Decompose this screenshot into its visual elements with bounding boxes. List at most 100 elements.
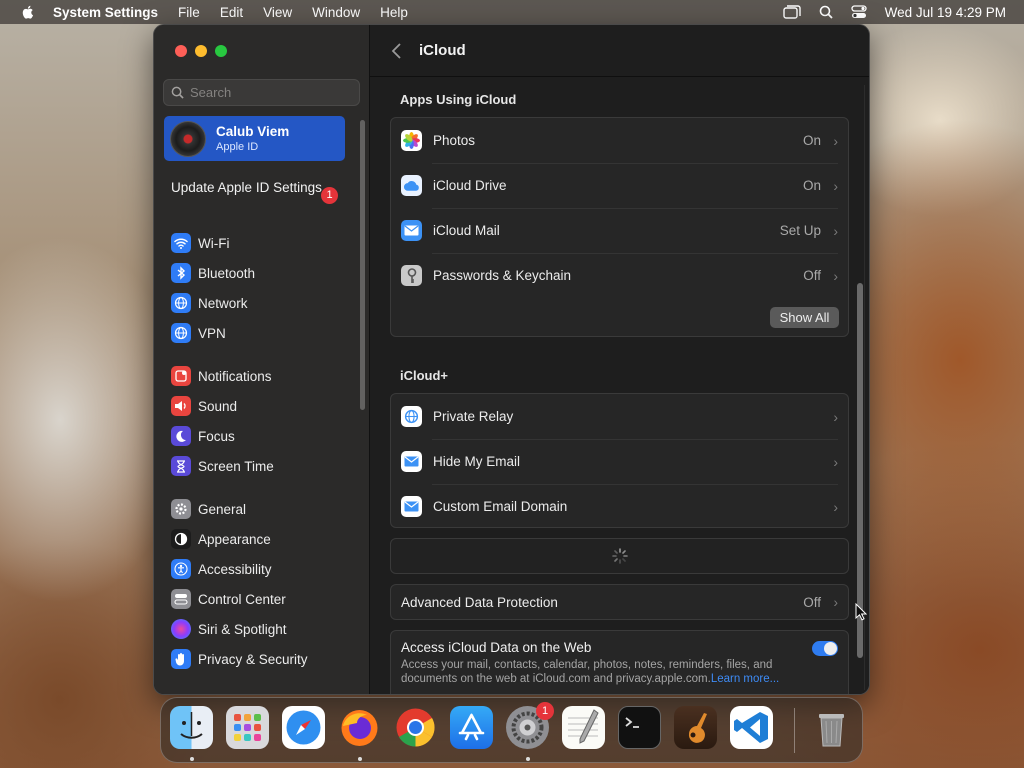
section-title-icloud-plus: iCloud+ (400, 368, 449, 383)
moon-icon (171, 426, 191, 446)
globe-icon (171, 293, 191, 313)
custom-domain-icon (401, 496, 422, 517)
control-center-icon[interactable] (851, 5, 867, 19)
spinner-icon (611, 548, 628, 564)
show-all-button[interactable]: Show All (770, 307, 839, 328)
sidebar-item-siri-spotlight[interactable]: Siri & Spotlight (171, 618, 287, 640)
textedit-icon[interactable] (562, 706, 605, 749)
launchpad-icon[interactable] (226, 706, 269, 749)
window-icon[interactable] (782, 5, 801, 19)
row-label: Advanced Data Protection (401, 594, 558, 610)
settings-badge: 1 (536, 702, 554, 720)
web-access-toggle[interactable] (812, 641, 838, 656)
icloud-plus-group: Private Relay › Hide My Email › Custom E… (390, 393, 849, 528)
system-settings-window: Calub Viem Apple ID Update Apple ID Sett… (153, 24, 870, 695)
vpn-globe-icon (171, 323, 191, 343)
menu-app-name[interactable]: System Settings (53, 5, 158, 20)
row-icloud-drive[interactable]: iCloud Drive On › (391, 163, 848, 208)
row-private-relay[interactable]: Private Relay › (391, 394, 848, 439)
menu-window[interactable]: Window (312, 5, 360, 20)
app-store-icon[interactable] (450, 706, 493, 749)
settings-running-dot (526, 757, 530, 761)
menu-extras: Wed Jul 19 4:29 PM (782, 0, 1006, 24)
sidebar-item-label: Network (198, 295, 248, 311)
sidebar-item-sound[interactable]: Sound (171, 395, 237, 417)
apple-logo-icon[interactable] (19, 3, 37, 21)
search-icon[interactable] (819, 5, 833, 19)
row-value: Off (803, 594, 821, 610)
row-custom-email-domain[interactable]: Custom Email Domain › (391, 484, 848, 529)
sidebar-item-focus[interactable]: Focus (171, 425, 235, 447)
menu-clock[interactable]: Wed Jul 19 4:29 PM (885, 5, 1006, 20)
chevron-right-icon: › (833, 594, 839, 610)
vscode-icon[interactable] (730, 706, 773, 749)
menu-edit[interactable]: Edit (220, 5, 243, 20)
trash-icon[interactable] (810, 706, 853, 749)
content-scrollbar[interactable] (857, 283, 863, 658)
row-label: Passwords & Keychain (433, 268, 572, 283)
menu-view[interactable]: View (263, 5, 292, 20)
menu-file[interactable]: File (178, 5, 200, 20)
sidebar-item-label: Notifications (198, 368, 272, 384)
row-value: Off (803, 268, 821, 283)
safari-icon[interactable] (282, 706, 325, 749)
account-subtitle: Apple ID (216, 141, 259, 153)
search-field[interactable] (163, 79, 360, 106)
account-name: Calub Viem (216, 124, 290, 139)
sidebar-item-label: Screen Time (198, 458, 274, 474)
sidebar-item-screen-time[interactable]: Screen Time (171, 455, 274, 477)
row-value: On (802, 133, 821, 148)
sidebar-item-bluetooth[interactable]: Bluetooth (171, 262, 255, 284)
sidebar-item-label: Sound (198, 398, 238, 414)
row-label: Hide My Email (433, 454, 521, 469)
row-photos[interactable]: Photos On › (391, 118, 848, 163)
row-hide-my-email[interactable]: Hide My Email › (391, 439, 848, 484)
web-access-panel: Access iCloud Data on the Web Access you… (390, 630, 849, 694)
sidebar-item-accessibility[interactable]: Accessibility (171, 558, 272, 580)
sidebar-item-label: Control Center (198, 591, 286, 607)
apple-id-account[interactable]: Calub Viem Apple ID (164, 116, 345, 161)
sidebar-item-appearance[interactable]: Appearance (171, 528, 271, 550)
sidebar-item-label: Privacy & Security (198, 651, 308, 667)
appearance-icon (171, 529, 191, 549)
garageband-icon[interactable] (674, 706, 717, 749)
chevron-right-icon: › (833, 267, 838, 284)
row-value: On (802, 178, 821, 193)
sidebar-item-vpn[interactable]: VPN (171, 322, 226, 344)
avatar (170, 120, 206, 157)
terminal-icon[interactable] (618, 706, 661, 749)
firefox-running-dot (358, 757, 362, 761)
chevron-right-icon: › (833, 132, 838, 149)
sidebar-item-control-center[interactable]: Control Center (171, 588, 286, 610)
minimize-button[interactable] (195, 45, 207, 57)
sidebar-item-wifi[interactable]: Wi-Fi (171, 232, 229, 254)
row-icloud-mail[interactable]: iCloud Mail Set Up › (391, 208, 848, 253)
learn-more-link[interactable]: Learn more... (711, 673, 779, 685)
row-value: Set Up (779, 223, 821, 238)
row-label: Custom Email Domain (433, 499, 568, 514)
zoom-button[interactable] (215, 45, 227, 57)
row-passwords-keychain[interactable]: Passwords & Keychain Off › (391, 253, 848, 298)
row-label: iCloud Mail (433, 223, 500, 238)
close-button[interactable] (175, 45, 187, 57)
row-advanced-data-protection[interactable]: Advanced Data Protection Off › (390, 584, 849, 620)
search-icon (171, 86, 184, 99)
finder-icon[interactable] (170, 706, 213, 749)
firefox-icon[interactable] (338, 706, 381, 749)
chrome-icon[interactable] (394, 706, 437, 749)
apps-using-icloud-group: Photos On › iCloud Drive On › iCloud Mai… (390, 117, 849, 337)
sidebar-item-notifications[interactable]: Notifications (171, 365, 272, 387)
back-chevron-icon[interactable] (390, 41, 404, 61)
page-title: iCloud (419, 42, 466, 59)
sidebar-item-label: Focus (198, 428, 235, 444)
sidebar-item-general[interactable]: General (171, 498, 246, 520)
finder-running-dot (190, 757, 194, 761)
sidebar-item-network[interactable]: Network (171, 292, 248, 314)
menu-help[interactable]: Help (380, 5, 408, 20)
gear-icon (171, 499, 191, 519)
search-input[interactable] (190, 85, 350, 100)
chevron-right-icon: › (833, 408, 838, 425)
sidebar-item-privacy-security[interactable]: Privacy & Security (171, 648, 308, 670)
content-pane: iCloud Apps Using iCloud Photos On › iCl… (370, 25, 869, 694)
sidebar-scrollbar[interactable] (360, 120, 365, 410)
